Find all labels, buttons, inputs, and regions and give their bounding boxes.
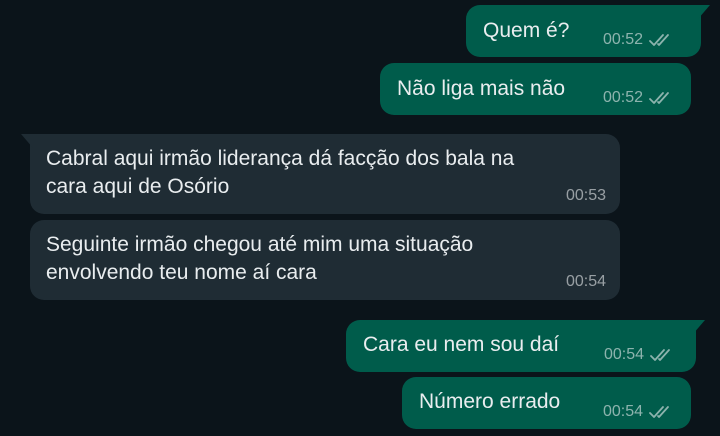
message-time: 00:52 [602, 89, 643, 106]
message-meta: 00:54 [604, 346, 676, 364]
message-text: Cabral aqui irmão liderança dá facção do… [46, 147, 515, 198]
message-text: Cara eu nem sou daí [363, 333, 560, 356]
bubble-tail [21, 134, 33, 148]
message-text: Número errado [419, 390, 561, 413]
message-bubble-outgoing[interactable]: Não liga mais não 00:52 [380, 63, 691, 115]
message-bubble-outgoing[interactable]: Quem é? 00:52 [466, 5, 710, 57]
message-meta: 00:53 [566, 187, 606, 205]
read-double-check-icon [650, 349, 670, 361]
message-time: 00:54 [565, 273, 606, 290]
message-bubble-incoming[interactable]: Seguinte irmão chegou até mim uma situaç… [30, 220, 620, 300]
read-double-check-icon [649, 92, 669, 104]
read-double-check-icon [649, 34, 669, 46]
read-double-check-icon [649, 406, 669, 418]
message-text: Quem é? [483, 19, 570, 42]
message-bubble-outgoing[interactable]: Cara eu nem sou daí 00:54 [346, 320, 705, 372]
bubble-tail [693, 320, 705, 334]
message-meta: 00:54 [603, 403, 675, 421]
message-meta: 00:52 [603, 31, 675, 49]
message-time: 00:52 [602, 31, 643, 48]
bubble-tail [698, 5, 710, 19]
message-bubble-outgoing[interactable]: Número errado 00:54 [402, 377, 691, 429]
message-bubble-incoming[interactable]: Cabral aqui irmão liderança dá facção do… [21, 134, 620, 214]
message-text: Não liga mais não [397, 77, 566, 100]
message-time: 00:54 [603, 346, 644, 363]
message-meta: 00:54 [566, 273, 606, 291]
message-time: 00:54 [602, 403, 643, 420]
message-meta: 00:52 [603, 89, 675, 107]
message-time: 00:53 [565, 187, 606, 204]
message-text: Seguinte irmão chegou até mim uma situaç… [46, 233, 474, 284]
